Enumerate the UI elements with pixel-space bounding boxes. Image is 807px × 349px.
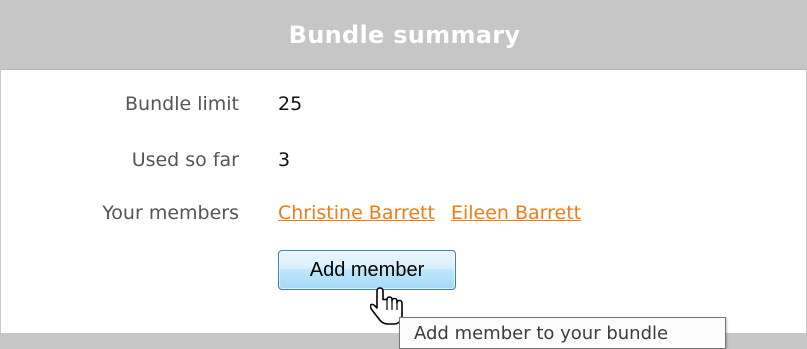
- tooltip-text: Add member to your bundle: [414, 322, 669, 344]
- panel-title: Bundle summary: [288, 20, 521, 49]
- used-so-far-label: Used so far: [131, 149, 239, 171]
- add-member-button[interactable]: Add member: [278, 250, 456, 290]
- members-label: Your members: [102, 202, 239, 224]
- member-link-christine-barrett[interactable]: Christine Barrett: [278, 202, 435, 224]
- bundle-limit-value: 25: [278, 93, 303, 115]
- member-link-eileen-barrett[interactable]: Eileen Barrett: [451, 202, 581, 224]
- members-row: Your members Christine Barrett Eileen Ba…: [1, 198, 807, 228]
- used-so-far-row: Used so far 3: [1, 145, 807, 175]
- panel-header: Bundle summary: [1, 0, 807, 70]
- bundle-limit-label: Bundle limit: [125, 93, 239, 115]
- add-member-tooltip: Add member to your bundle: [399, 317, 726, 349]
- used-so-far-value: 3: [278, 149, 291, 171]
- bundle-limit-row: Bundle limit 25: [1, 89, 807, 119]
- members-list: Christine Barrett Eileen Barrett: [278, 202, 581, 224]
